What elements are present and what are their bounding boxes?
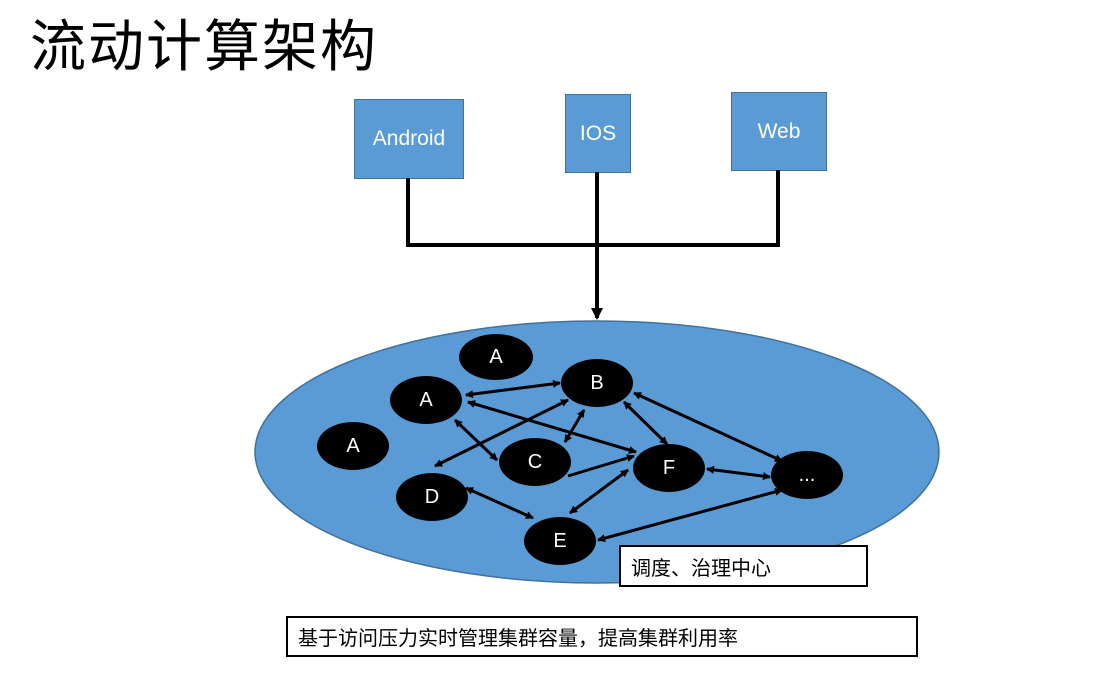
node-d: D: [396, 473, 468, 521]
node-a-left-label: A: [346, 435, 360, 457]
flow-diagram: A A A B C D E F ...: [254, 170, 940, 584]
node-c: C: [499, 438, 571, 486]
node-more: ...: [771, 451, 843, 499]
node-a-top-label: A: [489, 346, 503, 368]
bottom-caption-box: 基于访问压力实时管理集群容量，提高集群利用率: [286, 616, 918, 657]
node-a-left: A: [317, 422, 389, 470]
node-b: B: [561, 359, 633, 407]
node-f-label: F: [663, 457, 675, 479]
client-connectors: [406, 170, 780, 320]
node-a-main: A: [390, 376, 462, 424]
node-more-label: ...: [799, 464, 816, 486]
node-e: E: [524, 517, 596, 565]
node-d-label: D: [425, 486, 439, 508]
node-a-top: A: [459, 334, 533, 380]
center-label-box: 调度、治理中心: [619, 545, 868, 587]
node-e-label: E: [553, 530, 566, 552]
connector-android: [406, 178, 597, 247]
node-f: F: [633, 444, 705, 492]
node-b-label: B: [590, 372, 603, 394]
node-c-label: C: [528, 451, 542, 473]
node-a-main-label: A: [419, 389, 433, 411]
connector-web: [597, 170, 780, 247]
